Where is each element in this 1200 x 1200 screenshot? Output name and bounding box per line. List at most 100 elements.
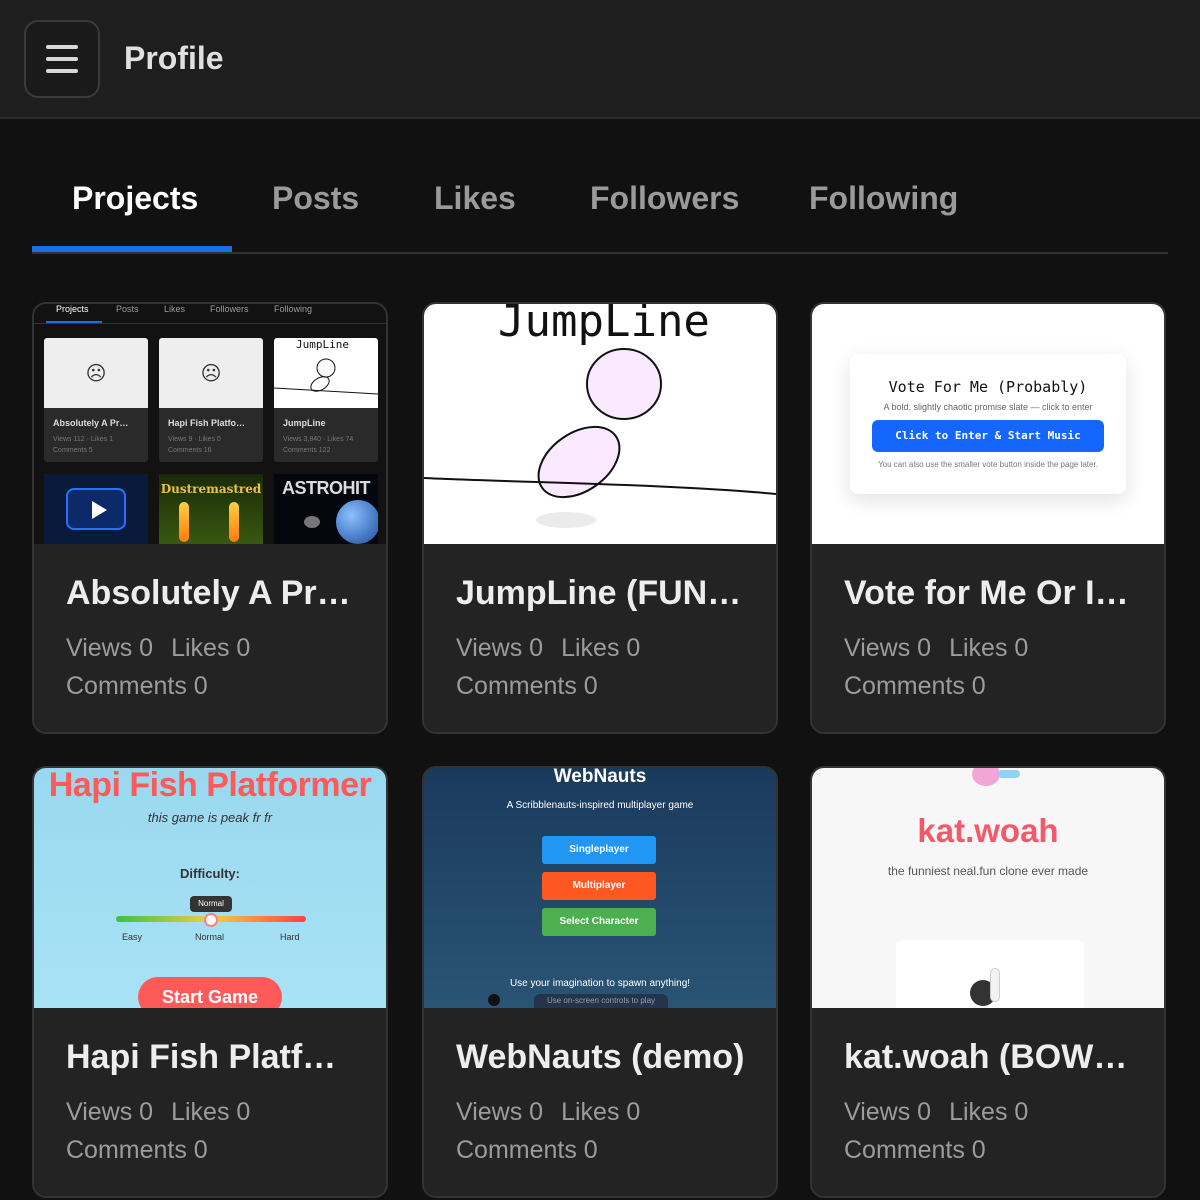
thumbnail-subtitle: A Scribblenauts-inspired multiplayer gam… — [506, 800, 694, 811]
singleplayer-button: Singleplayer — [542, 836, 656, 864]
project-thumbnail: Hapi Fish Platformer this game is peak f… — [34, 768, 386, 1008]
thumbnail-game-preview: Dustremastred — [159, 474, 263, 544]
fire-icon — [229, 502, 239, 542]
game-title-text: Dustremastred — [160, 482, 262, 496]
project-stats: Views 0 Likes 0 Comments 0 — [66, 1093, 354, 1169]
views-count: Views 0 — [844, 1098, 932, 1126]
comments-count: Comments 0 — [66, 672, 208, 700]
difficulty-label: Difficulty: — [180, 866, 240, 881]
profile-tabs: Projects Posts Likes Followers Following — [32, 150, 1168, 254]
likes-count: Likes 0 — [171, 634, 251, 662]
thumbnail-card-stats: Views 3,840 · Likes 74 Comments 122 — [283, 434, 353, 456]
project-stats: Views 0 Likes 0 Comments 0 — [844, 629, 1132, 705]
likes-count: Likes 0 — [561, 634, 641, 662]
menu-button[interactable] — [24, 20, 100, 98]
tab-projects[interactable]: Projects — [72, 180, 198, 217]
project-card[interactable]: kat.woah the funniest neal.fun clone eve… — [810, 766, 1166, 1198]
fire-icon — [179, 502, 189, 542]
controls-hint: Use on-screen controls to play — [534, 994, 668, 1008]
thumbnail-card-stats: Views 9 · Likes 0 Comments 16 — [168, 434, 221, 456]
project-thumbnail: Projects Posts Likes Followers Following… — [34, 304, 386, 544]
tab-likes[interactable]: Likes — [434, 180, 516, 217]
thumbnail-title: Hapi Fish Platformer — [48, 768, 372, 804]
play-icon — [66, 488, 126, 530]
difficulty-hard: Hard — [280, 932, 300, 942]
project-thumbnail: WebNauts A Scribblenauts-inspired multip… — [424, 768, 776, 1008]
comments-count: Comments 0 — [456, 1136, 598, 1164]
project-card-info: JumpLine (FUN … Views 0 Likes 0 Comments … — [424, 544, 776, 732]
project-card-info: Absolutely A Pr… Views 0 Likes 0 Comments… — [34, 544, 386, 732]
project-thumbnail: JumpLine — [424, 304, 776, 544]
thumbnail-game-preview — [44, 474, 148, 544]
thumbnail-tab: Likes — [164, 304, 186, 314]
bowling-preview — [896, 940, 1084, 1008]
game-title-text: ASTROHIT — [282, 478, 371, 498]
thumbnail-title: WebNauts — [553, 768, 647, 787]
project-card[interactable]: Projects Posts Likes Followers Following… — [32, 302, 388, 734]
thumbnail-tab: Followers — [210, 304, 249, 314]
thumbnail-card-stats-line: Comments 16 — [168, 447, 212, 454]
project-title[interactable]: kat.woah (BOWL… — [844, 1038, 1134, 1077]
start-game-button: Start Game — [138, 977, 282, 1008]
likes-count: Likes 0 — [171, 1098, 251, 1126]
project-title[interactable]: JumpLine (FUN … — [456, 574, 746, 613]
bird-icon — [972, 768, 1000, 786]
project-card[interactable]: JumpLine JumpLine (FUN … Views 0 Likes 0 … — [422, 302, 778, 734]
active-tab-indicator — [32, 246, 232, 252]
thumbnail-card-stats-line: Views 112 · Likes 1 — [53, 436, 114, 443]
likes-count: Likes 0 — [949, 634, 1029, 662]
hamburger-icon — [46, 45, 78, 49]
project-stats: Views 0 Likes 0 Comments 0 — [66, 629, 354, 705]
enter-button: Click to Enter & Start Music — [872, 420, 1104, 452]
tab-following[interactable]: Following — [809, 180, 958, 217]
difficulty-easy: Easy — [122, 932, 143, 942]
jumpline-preview: JumpLine — [274, 338, 378, 408]
bowling-pin-icon — [990, 968, 1000, 1002]
project-title[interactable]: Absolutely A Pr… — [66, 574, 356, 613]
difficulty-normal: Normal — [195, 932, 225, 942]
thumbnail-card-title: JumpLine — [283, 418, 326, 428]
vote-subtitle: A bold, slightly chaotic promise slate —… — [883, 402, 1093, 412]
comments-count: Comments 0 — [456, 672, 598, 700]
difficulty-slider-knob — [204, 913, 218, 927]
asteroid-icon — [304, 516, 320, 528]
views-count: Views 0 — [66, 634, 154, 662]
project-card-info: kat.woah (BOWL… Views 0 Likes 0 Comments … — [812, 1008, 1164, 1196]
project-stats: Views 0 Likes 0 Comments 0 — [456, 629, 744, 705]
thumbnail-card-stats: Views 112 · Likes 1 Comments 5 — [53, 434, 113, 456]
app-header: Profile — [0, 0, 1200, 119]
thumbnail-card: JumpLine JumpLine Views 3,840 · Likes 74… — [274, 338, 378, 462]
sad-face-icon: ☹ — [159, 338, 263, 408]
project-title[interactable]: Hapi Fish Platfo… — [66, 1038, 356, 1077]
thumbnail-card-title: Absolutely A Pr… — [53, 418, 129, 428]
bird-wing-icon — [998, 770, 1020, 778]
project-card[interactable]: WebNauts A Scribblenauts-inspired multip… — [422, 766, 778, 1198]
vote-dialog: Vote For Me (Probably) A bold, slightly … — [850, 354, 1126, 494]
jumpline-label: JumpLine — [296, 338, 349, 351]
likes-count: Likes 0 — [561, 1098, 641, 1126]
page-title: Profile — [124, 40, 224, 76]
project-card-info: Hapi Fish Platfo… Views 0 Likes 0 Comment… — [34, 1008, 386, 1196]
select-character-button: Select Character — [542, 908, 656, 936]
project-card[interactable]: Hapi Fish Platformer this game is peak f… — [32, 766, 388, 1198]
comments-count: Comments 0 — [66, 1136, 208, 1164]
tab-posts[interactable]: Posts — [272, 180, 359, 217]
multiplayer-button: Multiplayer — [542, 872, 656, 900]
thumbnail-game-preview: ASTROHIT — [274, 474, 378, 544]
thumbnail-card-stats-line: Comments 5 — [53, 447, 93, 454]
thumbnail-card-stats-line: Comments 122 — [283, 447, 331, 454]
project-card[interactable]: Vote For Me (Probably) A bold, slightly … — [810, 302, 1166, 734]
project-card-info: WebNauts (demo) Views 0 Likes 0 Comments … — [424, 1008, 776, 1196]
project-thumbnail: Vote For Me (Probably) A bold, slightly … — [812, 304, 1164, 544]
thumbnail-tab: Projects — [56, 304, 89, 314]
thumbnail-subtitle: the funniest neal.fun clone ever made — [887, 864, 1089, 878]
views-count: Views 0 — [66, 1098, 154, 1126]
views-count: Views 0 — [844, 634, 932, 662]
likes-count: Likes 0 — [949, 1098, 1029, 1126]
project-title[interactable]: WebNauts (demo) — [456, 1038, 746, 1077]
tab-followers[interactable]: Followers — [590, 180, 739, 217]
project-title[interactable]: Vote for Me Or I … — [844, 574, 1134, 613]
thumbnail-tab: Posts — [116, 304, 139, 314]
jumpline-sketch-icon: JumpLine — [274, 338, 378, 395]
project-stats: Views 0 Likes 0 Comments 0 — [456, 1093, 744, 1169]
